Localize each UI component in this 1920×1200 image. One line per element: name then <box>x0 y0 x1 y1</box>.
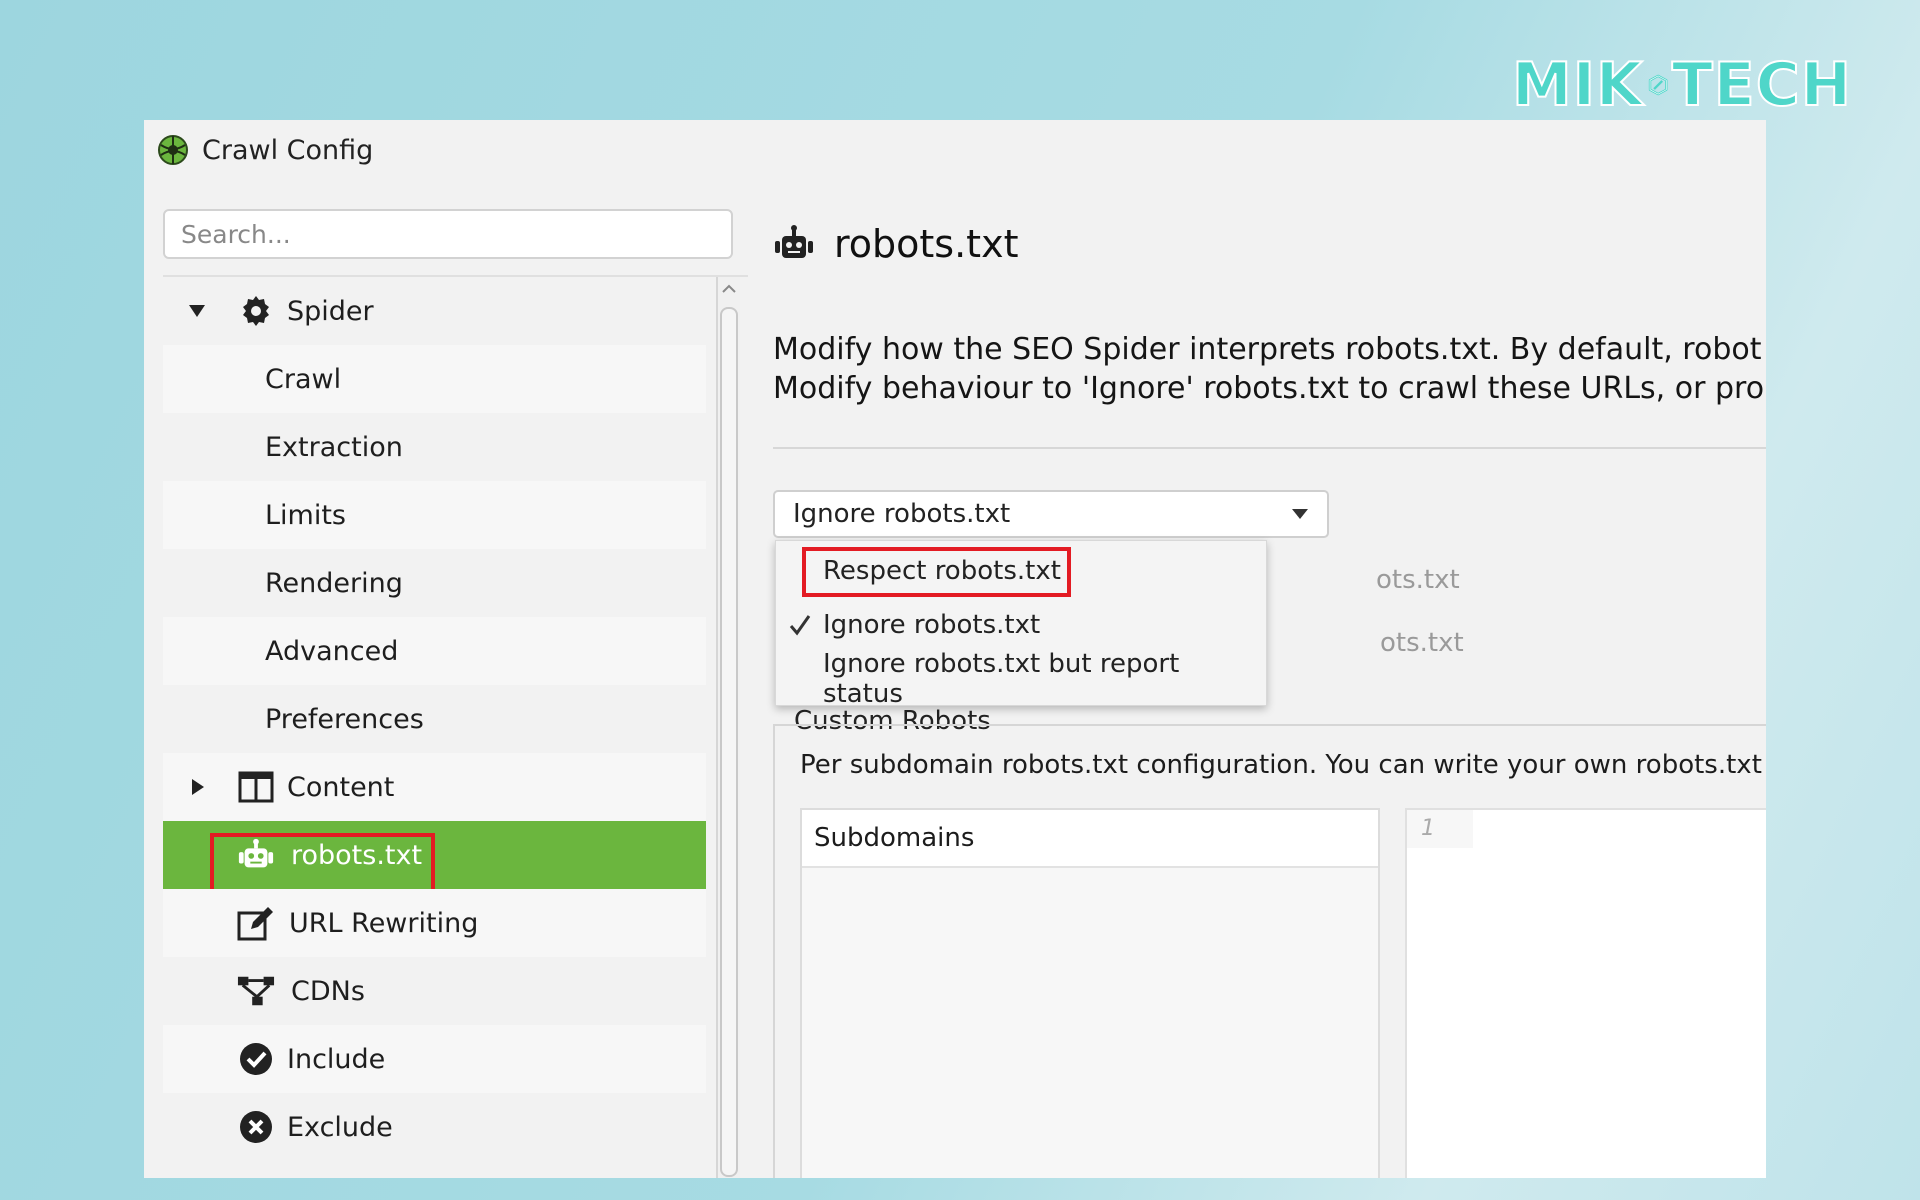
brand-logo-icon <box>1648 74 1667 96</box>
tree-item-label: Rendering <box>265 567 403 599</box>
tree-scrollbar[interactable] <box>716 277 740 1178</box>
title-bar: Crawl Config <box>156 130 373 170</box>
chevron-down-icon[interactable] <box>1291 508 1309 520</box>
crawl-config-window: Crawl Config Spider Crawl Extraction Lim… <box>144 120 1766 1178</box>
description-line-1: Modify how the SEO Spider interprets rob… <box>773 332 1763 367</box>
check-circle-icon <box>237 1040 275 1078</box>
robots-mode-select[interactable]: Ignore robots.txt <box>773 490 1329 538</box>
brand-text-right: TECH <box>1671 49 1852 121</box>
tree-item-preferences[interactable]: Preferences <box>163 685 706 753</box>
robot-icon <box>775 225 813 258</box>
tree-item-label: CDNs <box>291 975 365 1007</box>
tree-item-url-rewriting[interactable]: URL Rewriting <box>163 889 706 957</box>
tree-item-label: URL Rewriting <box>289 907 479 939</box>
obscured-option-text: ots.txt <box>1376 565 1460 595</box>
main-panel: robots.txt Modify how the SEO Spider int… <box>756 120 1766 1178</box>
scrollbar-thumb[interactable] <box>720 307 738 1177</box>
select-value: Ignore robots.txt <box>793 499 1011 529</box>
caret-right-icon[interactable] <box>187 777 207 797</box>
tree-item-rendering[interactable]: Rendering <box>163 549 706 617</box>
tree-item-content[interactable]: Content <box>163 753 706 821</box>
x-circle-icon <box>237 1108 275 1146</box>
tree-item-label: Preferences <box>265 703 424 735</box>
divider <box>773 447 1766 449</box>
caret-down-icon[interactable] <box>187 301 207 321</box>
scroll-up-icon[interactable] <box>721 281 737 297</box>
option-ignore-report-status[interactable]: Ignore robots.txt but report status <box>776 649 1266 709</box>
tree-item-limits[interactable]: Limits <box>163 481 706 549</box>
description-line-2: Modify behaviour to 'Ignore' robots.txt … <box>773 371 1763 406</box>
spider-globe-icon <box>158 135 188 165</box>
tree-item-label: Spider <box>287 295 374 327</box>
option-label: Ignore robots.txt but report status <box>823 649 1180 709</box>
tree-item-extraction[interactable]: Extraction <box>163 413 706 481</box>
page-title: robots.txt <box>834 222 1019 266</box>
highlight-box-respect-robots <box>802 547 1071 597</box>
tree-item-label: Extraction <box>265 431 403 463</box>
subdomains-header: Subdomains <box>802 810 1378 868</box>
tree-item-label: Limits <box>265 499 346 531</box>
tree-item-label: Include <box>287 1043 386 1075</box>
custom-robots-description: Per subdomain robots.txt configuration. … <box>800 750 1766 780</box>
window-title: Crawl Config <box>202 134 374 166</box>
tree-item-advanced[interactable]: Advanced <box>163 617 706 685</box>
page-header: robots.txt <box>772 220 1018 268</box>
brand-text-left: MIK <box>1511 49 1644 121</box>
tree-item-include[interactable]: Include <box>163 1025 706 1093</box>
edit-icon <box>237 904 275 942</box>
obscured-option-text: ots.txt <box>1380 628 1464 658</box>
subdomains-list[interactable]: Subdomains <box>800 808 1380 1178</box>
option-label: Ignore robots.txt <box>823 610 1041 640</box>
robots-editor[interactable]: 1 <box>1405 808 1766 1178</box>
tree-item-label: Exclude <box>287 1111 393 1143</box>
tree-item-crawl[interactable]: Crawl <box>163 345 706 413</box>
tree-item-label: Crawl <box>265 363 342 395</box>
columns-icon <box>237 768 275 806</box>
robots-mode-dropdown: Respect robots.txt Ignore robots.txt Ign… <box>775 540 1267 709</box>
network-icon <box>237 972 275 1010</box>
tree-item-label: Content <box>287 771 395 803</box>
tree-item-cdns[interactable]: CDNs <box>163 957 706 1025</box>
line-number: 1 <box>1407 810 1473 848</box>
option-ignore-robots[interactable]: Ignore robots.txt <box>776 599 1266 651</box>
tree-item-label: Advanced <box>265 635 399 667</box>
page-description: Modify how the SEO Spider interprets rob… <box>773 330 1763 408</box>
search-input[interactable] <box>163 209 733 259</box>
tree-item-exclude[interactable]: Exclude <box>163 1093 706 1161</box>
config-tree: Spider Crawl Extraction Limits Rendering… <box>163 275 748 1178</box>
tree-item-spider[interactable]: Spider <box>163 277 706 345</box>
brand-logo: MIK TECH <box>1511 48 1852 122</box>
checkmark-icon <box>789 615 811 636</box>
gear-icon <box>237 292 275 330</box>
